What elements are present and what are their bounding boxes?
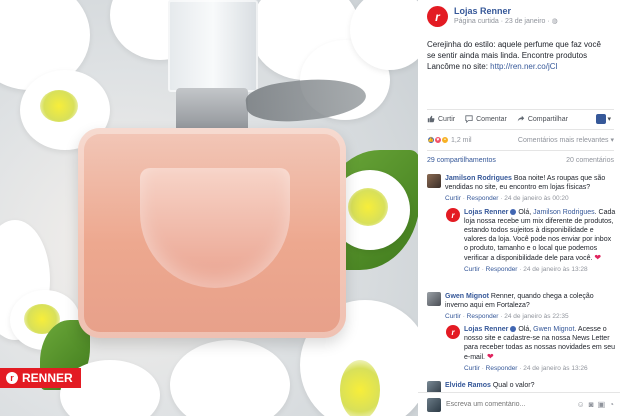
- thumbs-up-icon: [427, 115, 435, 123]
- reply-item: r Lojas Renner Olá, Gwen Mignot. Acesse o…: [446, 325, 616, 373]
- composer-icons: ☺ ◙ ▣ ◔: [577, 400, 614, 409]
- comment-meta: Curtir · Responder · 24 de janeiro às 22…: [445, 313, 569, 320]
- post-side-panel: r Lojas Renner Página curtida · 23 de ja…: [418, 0, 620, 416]
- comment-text-block: Jamilson Rodrigues Boa noite! As roupas …: [445, 174, 615, 192]
- comment-label: Comentar: [476, 115, 507, 123]
- comment-reply-link[interactable]: Responder: [467, 313, 499, 320]
- current-user-avatar: [427, 397, 441, 412]
- comment-reply-link[interactable]: Responder: [486, 266, 518, 273]
- comment-time[interactable]: 24 de janeiro às 00:20: [504, 195, 568, 202]
- chevron-down-icon: ▾: [607, 116, 611, 123]
- renner-brand-tag: r RENNER: [0, 368, 81, 388]
- perfume-smile-shape: [140, 168, 290, 288]
- comments-count[interactable]: 20 comentários: [566, 157, 614, 164]
- comment-reply-link[interactable]: Responder: [467, 195, 499, 202]
- reactions-count: 1,2 mil: [451, 136, 472, 144]
- comment-icon: [465, 115, 473, 123]
- post-photo[interactable]: r RENNER: [0, 0, 418, 416]
- page-avatar[interactable]: r: [446, 325, 460, 339]
- comment-body: Jamilson Rodrigues Boa noite! As roupas …: [445, 174, 615, 203]
- flower-petal: [170, 340, 290, 416]
- perfume-bottle: [78, 128, 346, 338]
- share-icon: [517, 115, 525, 122]
- like-label: Curtir: [438, 115, 456, 123]
- comment-item: Gwen Mignot Renner, quando chega a coleç…: [427, 292, 615, 321]
- verified-badge-icon: [510, 326, 517, 333]
- heart-emoji-icon: ❤: [486, 352, 494, 361]
- comment-author[interactable]: Lojas Renner: [464, 209, 508, 216]
- comment-text-block: Lojas Renner Olá, Jamilson Rodrigues. Cad…: [464, 208, 616, 263]
- comment-input[interactable]: [446, 401, 572, 408]
- facebook-photo-viewer: r RENNER r Lojas Renner Página curtida ·…: [0, 0, 620, 416]
- comment-author[interactable]: Lojas Renner: [464, 326, 508, 333]
- comment-text-pre: Olá,: [518, 326, 534, 333]
- heart-emoji-icon: ❤: [594, 253, 602, 262]
- globe-icon: ◍: [551, 18, 558, 25]
- comment-author[interactable]: Gwen Mignot: [445, 293, 489, 300]
- like-button[interactable]: Curtir: [427, 115, 455, 123]
- divider: [427, 129, 614, 130]
- mentioned-user[interactable]: Gwen Mignot: [533, 326, 574, 333]
- brand-tag-label: RENNER: [22, 371, 73, 385]
- comment-time[interactable]: 24 de janeiro às 13:28: [523, 266, 587, 273]
- comment-text-block: Elvide Ramos Qual o valor?: [445, 381, 535, 390]
- gif-icon[interactable]: ▣: [598, 400, 606, 409]
- comment-like-link[interactable]: Curtir: [464, 365, 480, 372]
- comment-reply-link[interactable]: Responder: [486, 365, 518, 372]
- post-header: r Lojas Renner Página curtida · 23 de ja…: [418, 0, 620, 27]
- reply-item: r Lojas Renner Olá, Jamilson Rodrigues. C…: [446, 208, 616, 274]
- post-actions: Curtir Comentar Compartilhar ▾: [418, 112, 620, 126]
- comment-text-block: Gwen Mignot Renner, quando chega a coleç…: [445, 292, 615, 310]
- comment-text-pre: Olá,: [518, 209, 534, 216]
- comment-text-block: Lojas Renner Olá, Gwen Mignot. Acesse o n…: [464, 325, 616, 362]
- comment-text: . Cada loja nossa recebe um mix diferent…: [464, 209, 616, 262]
- comment-time[interactable]: 24 de janeiro às 13:26: [523, 365, 587, 372]
- comment-composer: ☺ ◙ ▣ ◔: [418, 392, 620, 416]
- comment-body: Lojas Renner Olá, Jamilson Rodrigues. Cad…: [464, 208, 616, 274]
- avatar[interactable]: [427, 292, 441, 306]
- reactions-summary[interactable]: 👍 ♥ • 1,2 mil Comentários mais relevante…: [427, 136, 614, 144]
- post-message: Cerejinha do estilo: aquele perfume que …: [418, 27, 620, 72]
- post-link[interactable]: http://ren.ner.co/jCI: [490, 62, 558, 71]
- comment-item: Jamilson Rodrigues Boa noite! As roupas …: [427, 174, 615, 203]
- divider: [427, 109, 614, 110]
- wow-reaction-icon: •: [441, 136, 449, 144]
- page-name-link[interactable]: Lojas Renner: [454, 6, 558, 17]
- camera-icon[interactable]: ◙: [589, 400, 594, 409]
- share-label: Compartilhar: [527, 115, 568, 123]
- comment-like-link[interactable]: Curtir: [445, 313, 461, 320]
- comment-text: Qual o valor?: [490, 382, 535, 389]
- comment-body: Lojas Renner Olá, Gwen Mignot. Acesse o n…: [464, 325, 616, 373]
- comment-sort-dropdown[interactable]: Comentários mais relevantes ▾: [518, 136, 614, 144]
- post-as-selector[interactable]: ▾: [596, 114, 611, 124]
- comment-time[interactable]: 24 de janeiro às 22:35: [504, 313, 568, 320]
- comment-author[interactable]: Jamilson Rodrigues: [445, 175, 512, 182]
- divider: [427, 150, 614, 151]
- mentioned-user[interactable]: Jamilson Rodrigues: [533, 209, 594, 216]
- comment-like-link[interactable]: Curtir: [464, 266, 480, 273]
- verified-badge-icon: [510, 209, 517, 216]
- comment-meta: Curtir · Responder · 24 de janeiro às 00…: [445, 195, 569, 202]
- post-meta: Página curtida · 23 de janeiro · ◍: [454, 17, 558, 27]
- share-comment-counts: 29 compartilhamentos 20 comentários: [427, 157, 614, 164]
- comment-like-link[interactable]: Curtir: [445, 195, 461, 202]
- page-avatar[interactable]: r: [427, 6, 448, 27]
- avatar[interactable]: [427, 174, 441, 188]
- page-avatar[interactable]: r: [446, 208, 460, 222]
- page-mini-avatar: [596, 114, 607, 124]
- post-header-text: Lojas Renner Página curtida · 23 de jane…: [454, 6, 558, 27]
- renner-logo-icon: r: [6, 372, 18, 384]
- share-button[interactable]: Compartilhar: [517, 115, 568, 123]
- shares-count-link[interactable]: 29 compartilhamentos: [427, 157, 496, 164]
- perfume-cap: [168, 0, 258, 92]
- sticker-icon[interactable]: ◔: [609, 400, 614, 409]
- comment-meta: Curtir · Responder · 24 de janeiro às 13…: [464, 266, 588, 273]
- comment-author[interactable]: Elvide Ramos: [445, 382, 491, 389]
- comment-body: Gwen Mignot Renner, quando chega a coleç…: [445, 292, 615, 321]
- comment-button[interactable]: Comentar: [465, 115, 507, 123]
- comment-meta: Curtir · Responder · 24 de janeiro às 13…: [464, 365, 588, 372]
- post-meta-text: Página curtida · 23 de janeiro ·: [454, 18, 552, 25]
- emoji-icon[interactable]: ☺: [577, 400, 585, 409]
